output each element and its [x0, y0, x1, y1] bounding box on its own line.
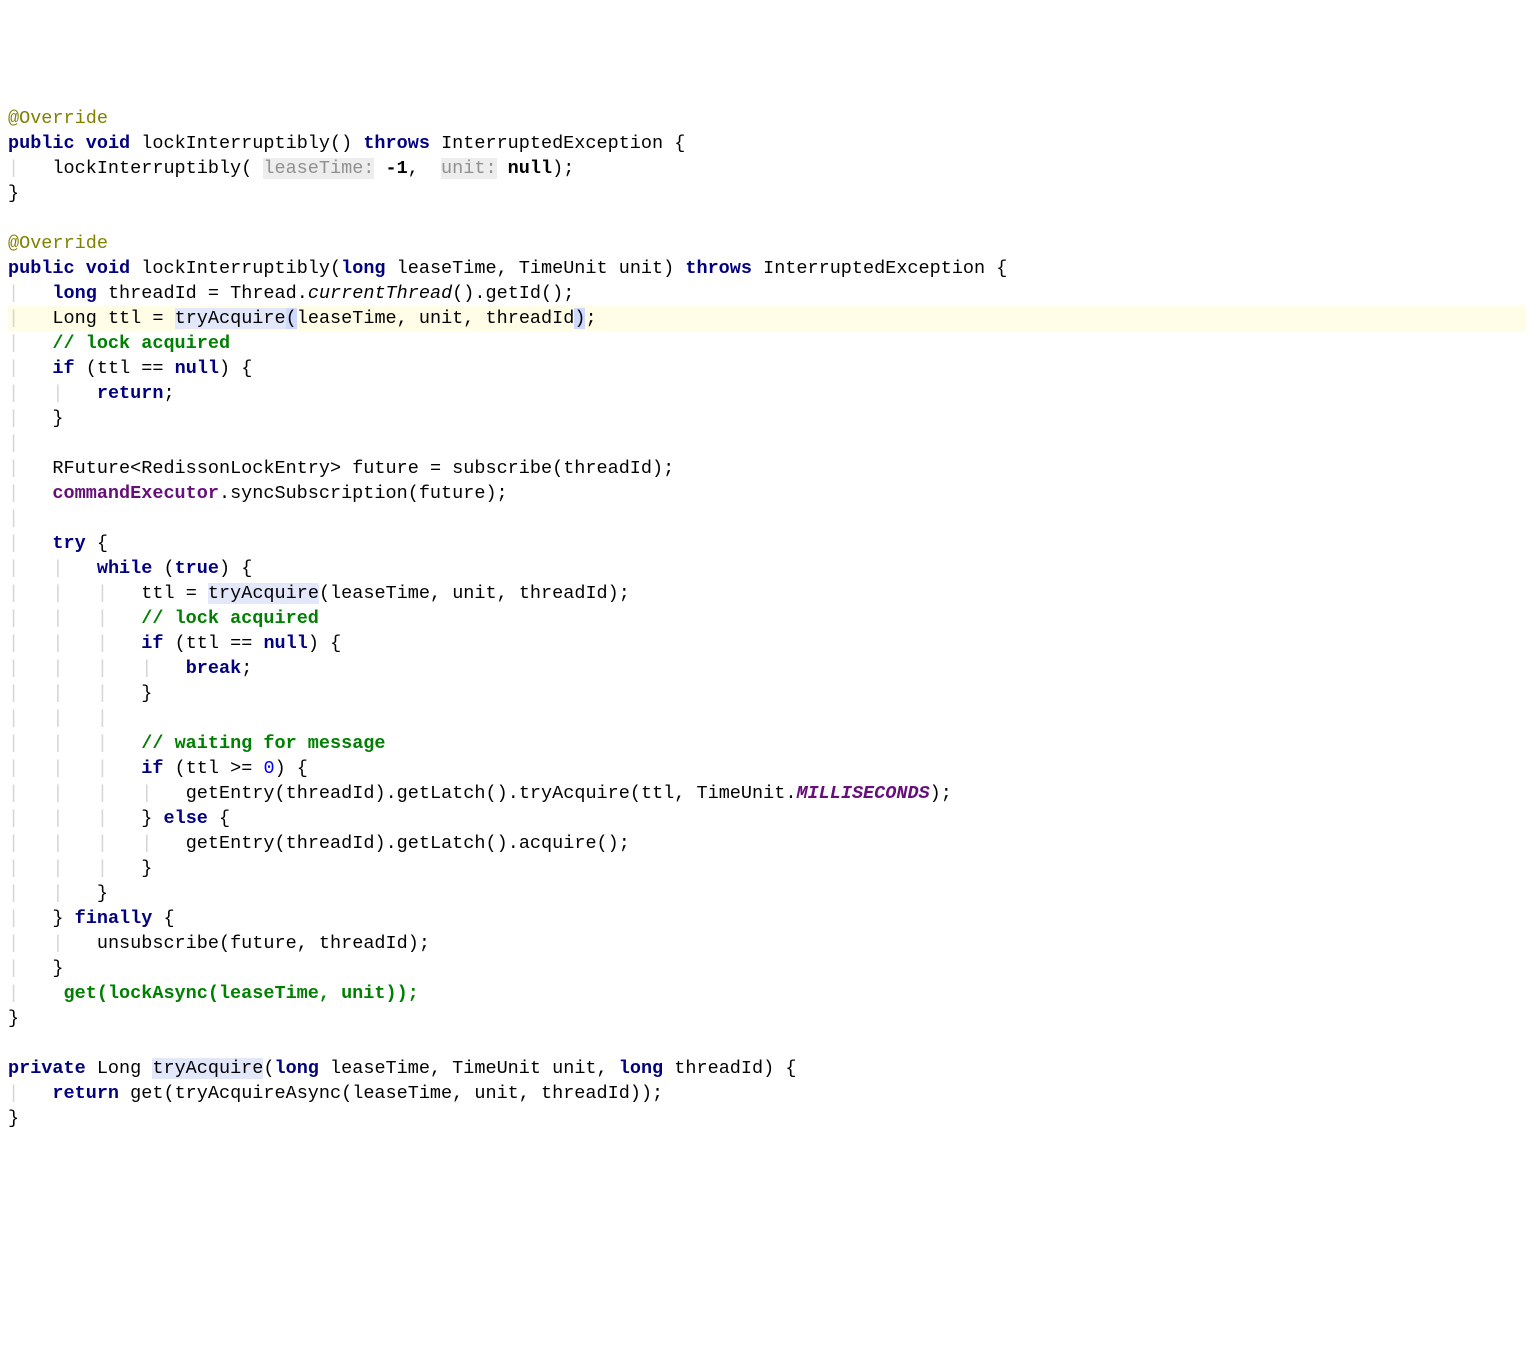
highlighted-line: | Long ttl = tryAcquire(leaseTime, unit,… [8, 306, 1526, 331]
code-editor[interactable]: @Overridepublic void lockInterruptibly()… [8, 106, 1526, 1131]
override-annotation: @Override [8, 233, 108, 254]
method-name: tryAcquire [152, 1058, 263, 1079]
comment: // lock acquired [52, 333, 230, 354]
commented-call: get(lockAsync(leaseTime, unit)); [64, 983, 419, 1004]
param-hint-unit: unit: [441, 158, 497, 179]
comment: // waiting for message [141, 733, 385, 754]
comment: // lock acquired [141, 608, 319, 629]
override-annotation: @Override [8, 108, 108, 129]
method-name: lockInterruptibly [141, 258, 330, 279]
param-hint-leaseTime: leaseTime: [263, 158, 374, 179]
method-name: lockInterruptibly [141, 133, 330, 154]
